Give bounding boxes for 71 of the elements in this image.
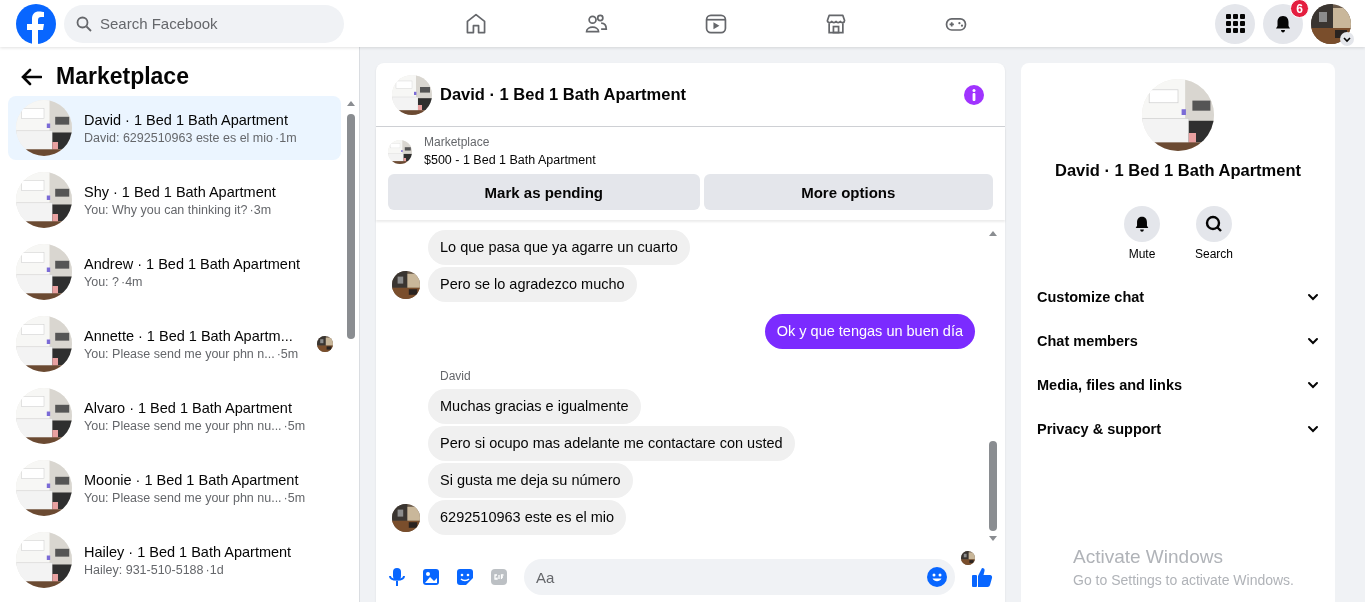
thumbs-up-icon[interactable] — [971, 566, 993, 588]
conversation-item[interactable]: Annette · 1 Bed 1 Bath Apartm... You: Please send me your phn n... ·5m — [8, 312, 341, 376]
search-field[interactable]: Search Facebook — [64, 4, 344, 43]
message-bubble: Pero si ocupo mas adelante me contactare con usted — [428, 426, 795, 461]
conversation-item[interactable]: Moonie · 1 Bed 1 Bath Apartment You: Please send me your phn nu... ·5m — [8, 456, 341, 520]
conversation-name: Hailey · 1 Bed 1 Bath Apartment — [84, 543, 292, 560]
grid-icon — [1225, 14, 1245, 33]
message-time: ·1m — [275, 130, 297, 145]
caret-icon[interactable] — [1340, 31, 1354, 46]
message-time: ·3m — [249, 202, 272, 217]
listing-label: Marketplace — [424, 135, 491, 149]
microphone-icon[interactable] — [388, 567, 406, 587]
bell-icon — [1133, 215, 1151, 233]
bell-icon — [1273, 13, 1293, 34]
message-preview: You: Please send me your phn nu... — [84, 418, 282, 433]
message-preview: You: ? — [84, 274, 119, 289]
message-preview: Hailey: 931-510-5188 — [84, 562, 204, 577]
message-preview: David: 6292510963 este es el mio — [84, 130, 273, 145]
conversation-item[interactable]: Shy · 1 Bed 1 Bath Apartment You: Why you can thinking it? ·3m — [8, 168, 341, 232]
conversation-name: Alvaro · 1 Bed 1 Bath Apartment — [84, 399, 293, 416]
conversation-item[interactable]: Andrew · 1 Bed 1 Bath Apartment You: ? ·4m — [8, 240, 341, 304]
message-time: ·1d — [205, 562, 224, 577]
search-icon — [1205, 215, 1223, 233]
image-icon[interactable] — [422, 568, 440, 586]
menu-button[interactable] — [1215, 3, 1255, 44]
message-bubble: Lo que pasa que ya agarre un cuarto — [428, 230, 690, 265]
back-arrow-icon[interactable] — [20, 67, 42, 86]
conversation-item[interactable]: Alvaro · 1 Bed 1 Bath Apartment You: Please send me your phn nu... ·5m — [8, 384, 341, 448]
notifications-button[interactable] — [1263, 3, 1303, 44]
sticker-icon[interactable] — [456, 568, 474, 586]
message-preview: You: Please send me your phn nu... — [84, 490, 282, 505]
message-time: ·4m — [121, 274, 143, 289]
listing-title: $500 - 1 Bed 1 Bath Apartment — [424, 153, 596, 167]
message-bubble: Pero se lo agradezco mucho — [428, 267, 637, 302]
message-time: ·5m — [276, 346, 299, 361]
facebook-logo[interactable] — [16, 3, 56, 44]
mute-button[interactable]: Mute — [1116, 206, 1168, 261]
notification-badge: 6 — [1290, 0, 1309, 18]
message-time: ·5m — [283, 418, 306, 433]
message-input[interactable]: Aa — [524, 559, 955, 595]
section-toggle[interactable]: Privacy & support — [1037, 407, 1319, 451]
conversation-name: Andrew · 1 Bed 1 Bath Apartment — [84, 255, 300, 272]
more-options-button[interactable]: More options — [703, 174, 993, 210]
section-toggle[interactable]: Media, files and links — [1037, 363, 1319, 407]
page-title: Marketplace — [56, 63, 189, 90]
conversation-item[interactable]: David · 1 Bed 1 Bath Apartment David: 6292510963 este es el mio ·1m — [8, 96, 341, 160]
conversation-item[interactable]: Hailey · 1 Bed 1 Bath Apartment Hailey: 931-510-5188 ·1d — [8, 528, 341, 592]
message-bubble: 6292510963 este es el mio — [428, 500, 627, 535]
message-bubble: Si gusta me deja su número — [428, 463, 633, 498]
activation-title: Activate Windows — [1073, 546, 1224, 568]
section-toggle[interactable]: Chat members — [1037, 319, 1319, 363]
info-icon[interactable] — [963, 83, 985, 106]
message-preview: You: Why you can thinking it? — [84, 202, 248, 217]
message-bubble: Muchas gracias e igualmente — [428, 389, 641, 424]
message-preview: You: Please send me your phn n... — [84, 346, 275, 361]
emoji-icon[interactable] — [927, 567, 947, 587]
activation-text: Go to Settings to activate Windows. — [1073, 572, 1295, 588]
home-icon — [464, 11, 488, 36]
contact-name: David · 1 Bed 1 Bath Apartment — [1055, 161, 1301, 180]
conversation-name: Moonie · 1 Bed 1 Bath Apartment — [84, 471, 300, 488]
conversation-name: Annette · 1 Bed 1 Bath Apartm... — [84, 327, 294, 344]
message-time: ·5m — [283, 490, 306, 505]
conversation-name: David · 1 Bed 1 Bath Apartment — [84, 111, 289, 128]
conversation-name: Shy · 1 Bed 1 Bath Apartment — [84, 183, 276, 200]
sender-name: David — [440, 369, 472, 383]
message-bubble: Ok y que tengas un buen día — [764, 314, 975, 349]
search-icon — [76, 15, 92, 32]
search-button[interactable]: Search — [1188, 206, 1240, 261]
chat-title: David · 1 Bed 1 Bath Apartment — [440, 85, 688, 104]
mark-pending-button[interactable]: Mark as pending — [388, 174, 700, 210]
section-toggle[interactable]: Customize chat — [1037, 275, 1319, 319]
